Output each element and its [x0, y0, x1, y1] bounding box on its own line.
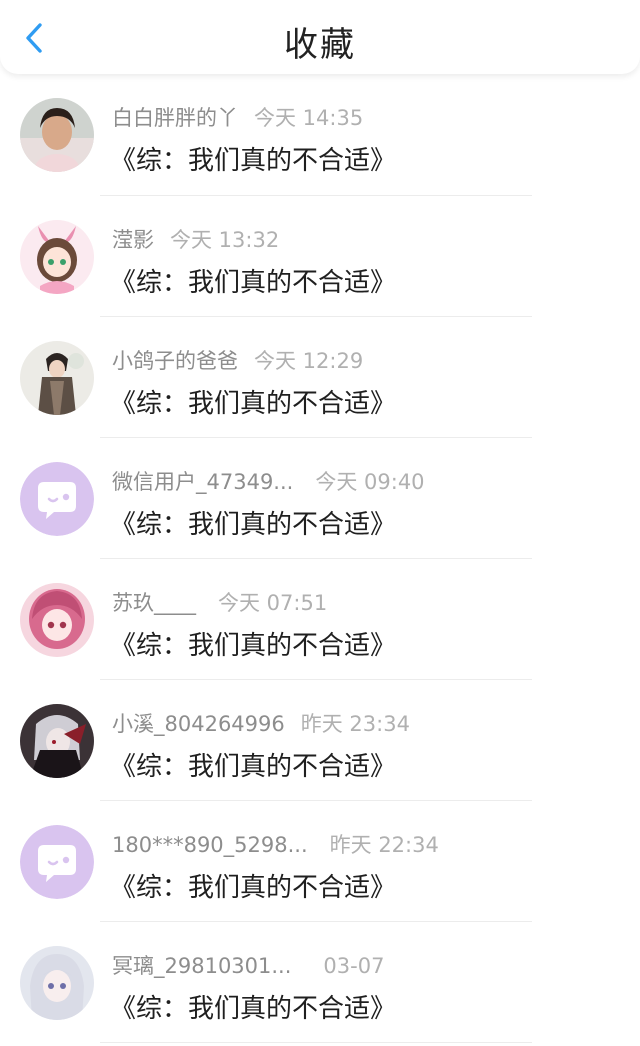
item-meta: 小溪_804264996 昨天 23:34 — [112, 708, 410, 738]
item-content: 《综：我们真的不合适》 — [110, 510, 397, 540]
user-name[interactable]: 微信用户_47349... — [112, 466, 293, 496]
user-name[interactable]: 180***890_5298... — [112, 833, 308, 857]
list-item[interactable]: 180***890_5298... 昨天 22:34 《综：我们真的不合适》 — [0, 801, 640, 922]
item-content: 《综：我们真的不合适》 — [110, 752, 397, 782]
item-content: 《综：我们真的不合适》 — [110, 268, 397, 298]
item-meta: 180***890_5298... 昨天 22:34 — [112, 829, 439, 859]
timestamp: 今天 09:40 — [315, 470, 425, 494]
item-content: 《综：我们真的不合适》 — [110, 631, 397, 661]
timestamp: 今天 14:35 — [254, 106, 364, 130]
user-name[interactable]: 苏玖____ — [112, 587, 196, 617]
timestamp: 今天 07:51 — [218, 591, 328, 615]
list-item[interactable]: 小鸽子的爸爸 今天 12:29 《综：我们真的不合适》 — [0, 317, 640, 438]
timestamp: 今天 12:29 — [254, 349, 364, 373]
avatar[interactable] — [20, 341, 94, 415]
item-meta: 冥璃_29810301... 03-07 — [112, 950, 384, 980]
user-name[interactable]: 滢影 — [112, 224, 154, 254]
favorites-page: 收藏 白白胖胖的丫 今天 14:35 《综：我们真的不合适》 滢影 今天 13:… — [0, 0, 640, 1046]
list-item[interactable]: 滢影 今天 13:32 《综：我们真的不合适》 — [0, 196, 640, 317]
list-item[interactable]: 苏玖____ 今天 07:51 《综：我们真的不合适》 — [0, 559, 640, 680]
avatar[interactable] — [20, 220, 94, 294]
item-content: 《综：我们真的不合适》 — [110, 873, 397, 903]
item-meta: 小鸽子的爸爸 今天 12:29 — [112, 345, 363, 375]
avatar[interactable] — [20, 704, 94, 778]
user-name[interactable]: 冥璃_29810301... — [112, 950, 291, 980]
list-item[interactable]: 白白胖胖的丫 今天 14:35 《综：我们真的不合适》 — [0, 74, 640, 196]
timestamp: 03-07 — [323, 954, 385, 978]
item-meta: 苏玖____ 今天 07:51 — [112, 587, 327, 617]
user-name[interactable]: 小鸽子的爸爸 — [112, 345, 238, 375]
favorites-list: 白白胖胖的丫 今天 14:35 《综：我们真的不合适》 滢影 今天 13:32 … — [0, 74, 640, 1043]
header-bar: 收藏 — [0, 0, 640, 74]
chat-bubble-icon — [20, 825, 94, 899]
item-content: 《综：我们真的不合适》 — [110, 146, 397, 176]
user-name[interactable]: 白白胖胖的丫 — [112, 102, 238, 132]
avatar[interactable] — [20, 98, 94, 172]
item-content: 《综：我们真的不合适》 — [110, 389, 397, 419]
list-item[interactable]: 冥璃_29810301... 03-07 《综：我们真的不合适》 — [0, 922, 640, 1043]
page-title: 收藏 — [284, 25, 356, 65]
item-meta: 白白胖胖的丫 今天 14:35 — [112, 102, 363, 132]
divider — [100, 1042, 532, 1043]
chat-bubble-icon — [20, 462, 94, 536]
item-meta: 微信用户_47349... 今天 09:40 — [112, 466, 425, 496]
user-name[interactable]: 小溪_804264996 — [112, 708, 285, 738]
timestamp: 今天 13:32 — [170, 228, 280, 252]
list-item[interactable]: 小溪_804264996 昨天 23:34 《综：我们真的不合适》 — [0, 680, 640, 801]
avatar[interactable] — [20, 946, 94, 1020]
timestamp: 昨天 22:34 — [329, 833, 439, 857]
timestamp: 昨天 23:34 — [300, 712, 410, 736]
item-content: 《综：我们真的不合适》 — [110, 994, 397, 1024]
avatar[interactable] — [20, 462, 94, 536]
list-item[interactable]: 微信用户_47349... 今天 09:40 《综：我们真的不合适》 — [0, 438, 640, 559]
item-meta: 滢影 今天 13:32 — [112, 224, 279, 254]
avatar[interactable] — [20, 825, 94, 899]
avatar[interactable] — [20, 583, 94, 657]
